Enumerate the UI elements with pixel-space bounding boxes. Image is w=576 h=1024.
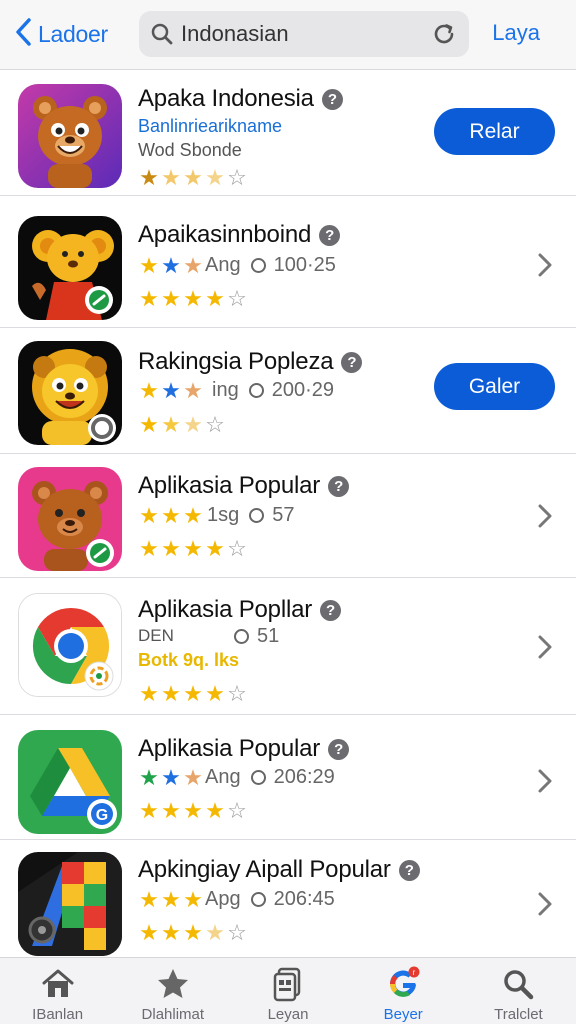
reload-icon[interactable] [431,21,457,47]
list-item[interactable]: Apaikasinnboind? ★ ★ ★ Ang 100·25 ★ ★ ★ ★ ☆ [0,196,576,328]
search-bar[interactable] [139,11,469,57]
chevron-left-icon [14,17,34,52]
chevron-right-icon[interactable] [536,251,554,279]
app-title: Apaka Indonesia? [138,85,343,113]
tab-search[interactable]: Tralclet [461,958,576,1024]
tab-home[interactable]: IBanlan [0,958,115,1024]
tab-bar: IBanlan Dlahlimat Leyan r Beyer Tralclet [0,957,576,1024]
install-button[interactable]: Relar [434,108,555,155]
help-icon[interactable]: ? [341,352,363,373]
developer-label: DEN [138,626,174,645]
rating-stars-inline: ★ ★ ★ [139,765,203,790]
category-label: Wod Sbonde [138,140,242,160]
rating-stars: ★ ★ ★ ★ ☆ [139,536,247,561]
rating-stars: ★ ★ ★ ☆ [139,412,225,437]
back-button[interactable]: Ladoer [14,16,108,52]
rating-stars: ★ ★ ★ ★ ☆ [139,681,247,706]
rating-stars-inline-top7: ★ ★ ★ [139,887,203,912]
game-icon [18,852,122,956]
circle-icon [250,258,266,273]
help-icon[interactable]: ? [328,476,350,497]
apps-icon [270,966,306,1002]
tab-label: Leyan [267,1006,309,1023]
rating-stars: ★ ★ ★ ★ ☆ [139,165,247,190]
circle-icon [234,629,249,644]
tab-featured[interactable]: Dlahlimat [115,958,230,1024]
rating-stars: ★ ★ ★ ★ ☆ [139,286,247,311]
chrome-icon [18,593,122,697]
chevron-right-icon[interactable] [536,767,554,795]
app-title: Aplikasia Popular? [138,472,350,500]
help-icon[interactable]: ? [328,739,350,760]
chevron-right-icon[interactable] [536,633,554,661]
app-title: Apkingiay Aipall Popular? [138,856,420,884]
developer-name[interactable]: Banlinriearikname [138,116,282,137]
back-label: Ladoer [38,20,108,47]
app-title: Rakingsia Popleza? [138,348,363,376]
top-bar: Ladoer Laya [0,0,576,70]
list-item[interactable]: Apaka Indonesia? Banlinriearikname Wod S… [0,71,576,196]
home-icon [40,966,76,1002]
help-icon[interactable]: ? [320,600,342,621]
rating-stars-inline: ★ ★ ★ [139,253,203,278]
search-input[interactable] [181,21,431,47]
rating-meta: 1sg 57 [207,504,295,526]
rating-meta: Apg 206:45 [205,888,335,910]
help-icon[interactable]: ? [319,225,341,246]
rating-stars: ★ ★ ★ ★ ☆ [139,920,247,945]
chevron-right-icon[interactable] [536,890,554,918]
circle-icon [248,383,264,398]
list-item[interactable]: Rakingsia Popleza? ★ ★ ★ ing 200·29 ★ ★ ★ ☆ Ga… [0,328,576,454]
tab-label: Tralclet [494,1006,543,1023]
app-title: Aplikasia Popular? [138,735,350,763]
get-button[interactable]: Galer [434,363,555,410]
header-action-link[interactable]: Laya [492,20,540,46]
tab-apps[interactable]: Leyan [230,958,345,1024]
bear-purple-icon [18,84,122,188]
rating-meta: Ang 206:29 [205,766,335,788]
lion-yellow-icon [18,341,122,445]
bear-pink-icon [18,467,122,571]
svg-text:G: G [96,807,108,824]
list-item[interactable]: Apkingiay Aipall Popular? ★ ★ ★ Apg 206:… [0,840,576,957]
list-item[interactable]: Aplikasia Popular? ★ ★ ★ 1sg 57 ★ ★ ★ ★ ☆ [0,454,576,578]
app-title: Apaikasinnboind? [138,221,341,249]
help-icon[interactable]: ? [321,89,343,110]
chevron-right-icon[interactable] [536,502,554,530]
search-icon [151,23,173,45]
drive-icon: G [18,730,122,834]
tab-label: Beyer [383,1006,423,1023]
circle-icon [250,770,266,785]
rating-meta: 51 [234,625,279,648]
rating-stars-inline: ★ ★ ★ [139,378,203,403]
category-label: Botk 9q. lks [138,650,240,670]
circle-icon [250,892,266,907]
rating-stars: ★ ★ ★ ★ ☆ [139,798,247,823]
rating-stars-inline: ★ ★ ★ [139,503,203,528]
rating-meta: ing 200·29 [212,379,334,401]
help-icon[interactable]: ? [398,860,420,881]
list-item[interactable]: G Aplikasia Popular? ★ ★ ★ Ang 206:29 ★ ★ ★ ★ ☆ [0,715,576,840]
rating-meta: Ang 100·25 [205,254,336,276]
list-item[interactable]: Aplikasia Popllar? DEN 51 Botk 9q. lks ★… [0,578,576,715]
app-title: Aplikasia Popllar? [138,596,342,624]
google-icon: r [385,966,421,1002]
svg-text:r: r [413,968,416,977]
star-icon [155,966,191,1002]
tab-label: IBanlan [32,1006,84,1023]
search-icon [500,966,536,1002]
tab-google[interactable]: r Beyer [346,958,461,1024]
circle-icon [249,508,265,523]
tab-label: Dlahlimat [141,1006,205,1023]
bear-red-icon [18,216,122,320]
